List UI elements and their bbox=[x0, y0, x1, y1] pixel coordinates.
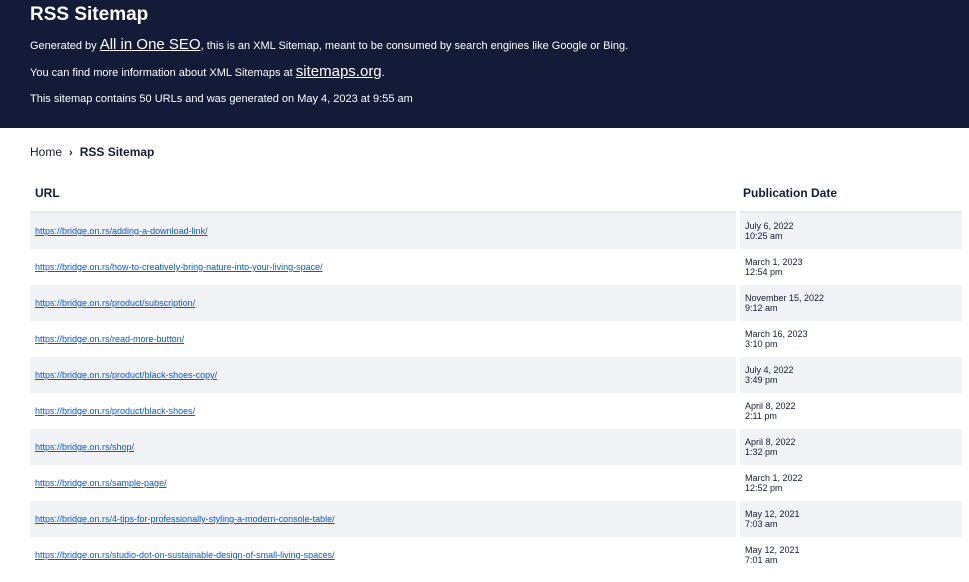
url-cell: https://bridge.on.rs/product/black-shoes… bbox=[30, 357, 738, 393]
publication-date-cell: March 16, 2023 3:10 pm bbox=[736, 321, 962, 357]
more-info-suffix: . bbox=[381, 67, 385, 79]
table-row: https://bridge.on.rs/product/black-shoes… bbox=[30, 393, 962, 429]
publication-date-cell: November 15, 2022 9:12 am bbox=[736, 285, 962, 321]
table-body: https://bridge.on.rs/adding-a-download-l… bbox=[30, 212, 962, 573]
publication-time: 12:54 pm bbox=[745, 267, 783, 277]
sitemap-url-link[interactable]: https://bridge.on.rs/how-to-creatively-b… bbox=[35, 262, 323, 272]
more-info-prefix: You can find more information about XML … bbox=[30, 67, 296, 79]
url-cell: https://bridge.on.rs/product/black-shoes… bbox=[30, 393, 738, 429]
table-header-row: URL Publication Date bbox=[30, 175, 962, 213]
breadcrumb-current: RSS Sitemap bbox=[79, 145, 155, 159]
chevron-right-icon: › bbox=[69, 147, 73, 159]
table-row: https://bridge.on.rs/read-more-button/Ma… bbox=[30, 321, 962, 357]
publication-date-cell: March 1, 2023 12:54 pm bbox=[736, 249, 962, 285]
url-cell: https://bridge.on.rs/how-to-creatively-b… bbox=[30, 249, 738, 285]
url-cell: https://bridge.on.rs/sample-page/ bbox=[30, 465, 738, 501]
aioseo-link[interactable]: All in One SEO bbox=[100, 36, 201, 53]
sitemap-url-link[interactable]: https://bridge.on.rs/adding-a-download-l… bbox=[35, 226, 208, 236]
publication-time: 7:03 am bbox=[745, 519, 778, 529]
sitemap-url-link[interactable]: https://bridge.on.rs/product/black-shoes… bbox=[35, 370, 217, 380]
publication-time: 7:01 am bbox=[745, 555, 778, 565]
table-row: https://bridge.on.rs/sample-page/March 1… bbox=[30, 465, 962, 501]
url-cell: https://bridge.on.rs/adding-a-download-l… bbox=[30, 212, 738, 249]
page-title: RSS Sitemap bbox=[30, 4, 149, 25]
publication-time: 12:52 pm bbox=[745, 483, 783, 493]
publication-time: 9:12 am bbox=[745, 303, 778, 313]
sitemap-header: RSS Sitemap Generated by All in One SEO,… bbox=[0, 0, 969, 128]
publication-date: November 15, 2022 bbox=[745, 293, 825, 303]
table-row: https://bridge.on.rs/how-to-creatively-b… bbox=[30, 249, 962, 285]
generated-by-suffix: , this is an XML Sitemap, meant to be co… bbox=[200, 40, 629, 52]
publication-date-cell: May 12, 2021 7:03 am bbox=[736, 501, 962, 537]
sitemap-url-link[interactable]: https://bridge.on.rs/product/black-shoes… bbox=[35, 406, 195, 416]
url-cell: https://bridge.on.rs/shop/ bbox=[30, 429, 738, 465]
publication-date: May 12, 2021 bbox=[745, 545, 800, 555]
generated-by-text: Generated by All in One SEO, this is an … bbox=[30, 36, 969, 53]
publication-date-cell: March 1, 2022 12:52 pm bbox=[736, 465, 962, 501]
breadcrumb: Home › RSS Sitemap bbox=[30, 145, 969, 159]
publication-time: 2:11 pm bbox=[745, 411, 777, 421]
publication-date: July 4, 2022 bbox=[745, 365, 794, 375]
table-row: https://bridge.on.rs/product/black-shoes… bbox=[30, 357, 962, 393]
publication-date-cell: May 12, 2021 7:01 am bbox=[736, 537, 962, 573]
publication-time: 3:49 pm bbox=[745, 375, 778, 385]
table-row: https://bridge.on.rs/studio-dot-on-susta… bbox=[30, 537, 962, 573]
sitemaps-org-link[interactable]: sitemaps.org bbox=[296, 63, 382, 80]
date-column-header[interactable]: Publication Date bbox=[738, 175, 962, 213]
url-cell: https://bridge.on.rs/4-tips-for-professi… bbox=[30, 501, 738, 537]
breadcrumb-home[interactable]: Home bbox=[30, 145, 62, 159]
sitemap-table: URL Publication Date https://bridge.on.r… bbox=[30, 175, 962, 573]
more-info-text: You can find more information about XML … bbox=[30, 63, 969, 80]
table-row: https://bridge.on.rs/shop/April 8, 2022 1… bbox=[30, 429, 962, 465]
table-row: https://bridge.on.rs/4-tips-for-professi… bbox=[30, 501, 962, 537]
publication-date: July 6, 2022 bbox=[745, 221, 794, 231]
publication-time: 3:10 pm bbox=[745, 339, 778, 349]
publication-date-cell: July 6, 2022 10:25 am bbox=[736, 212, 962, 249]
sitemap-url-link[interactable]: https://bridge.on.rs/studio-dot-on-susta… bbox=[35, 550, 335, 560]
publication-date: March 1, 2022 bbox=[745, 473, 803, 483]
publication-date-cell: April 8, 2022 1:32 pm bbox=[736, 429, 962, 465]
sitemap-url-link[interactable]: https://bridge.on.rs/shop/ bbox=[35, 442, 134, 452]
sitemap-url-link[interactable]: https://bridge.on.rs/sample-page/ bbox=[35, 478, 167, 488]
url-cell: https://bridge.on.rs/product/subscriptio… bbox=[30, 285, 738, 321]
sitemap-url-link[interactable]: https://bridge.on.rs/4-tips-for-professi… bbox=[35, 514, 335, 524]
publication-date: March 16, 2023 bbox=[745, 329, 808, 339]
publication-date: April 8, 2022 bbox=[745, 401, 796, 411]
publication-date: April 8, 2022 bbox=[745, 437, 796, 447]
url-cell: https://bridge.on.rs/read-more-button/ bbox=[30, 321, 738, 357]
sitemap-url-link[interactable]: https://bridge.on.rs/read-more-button/ bbox=[35, 334, 184, 344]
sitemap-summary-text: This sitemap contains 50 URLs and was ge… bbox=[30, 93, 413, 105]
publication-time: 1:32 pm bbox=[745, 447, 778, 457]
sitemap-url-link[interactable]: https://bridge.on.rs/product/subscriptio… bbox=[35, 298, 195, 308]
url-cell: https://bridge.on.rs/studio-dot-on-susta… bbox=[30, 537, 738, 573]
publication-date-cell: July 4, 2022 3:49 pm bbox=[736, 357, 962, 393]
table-row: https://bridge.on.rs/adding-a-download-l… bbox=[30, 212, 962, 249]
table-row: https://bridge.on.rs/product/subscriptio… bbox=[30, 285, 962, 321]
generated-by-prefix: Generated by bbox=[30, 40, 100, 52]
publication-date: March 1, 2023 bbox=[745, 257, 803, 267]
publication-time: 10:25 am bbox=[745, 231, 783, 241]
url-column-header[interactable]: URL bbox=[30, 175, 738, 213]
publication-date: May 12, 2021 bbox=[745, 509, 800, 519]
publication-date-cell: April 8, 2022 2:11 pm bbox=[736, 393, 962, 429]
